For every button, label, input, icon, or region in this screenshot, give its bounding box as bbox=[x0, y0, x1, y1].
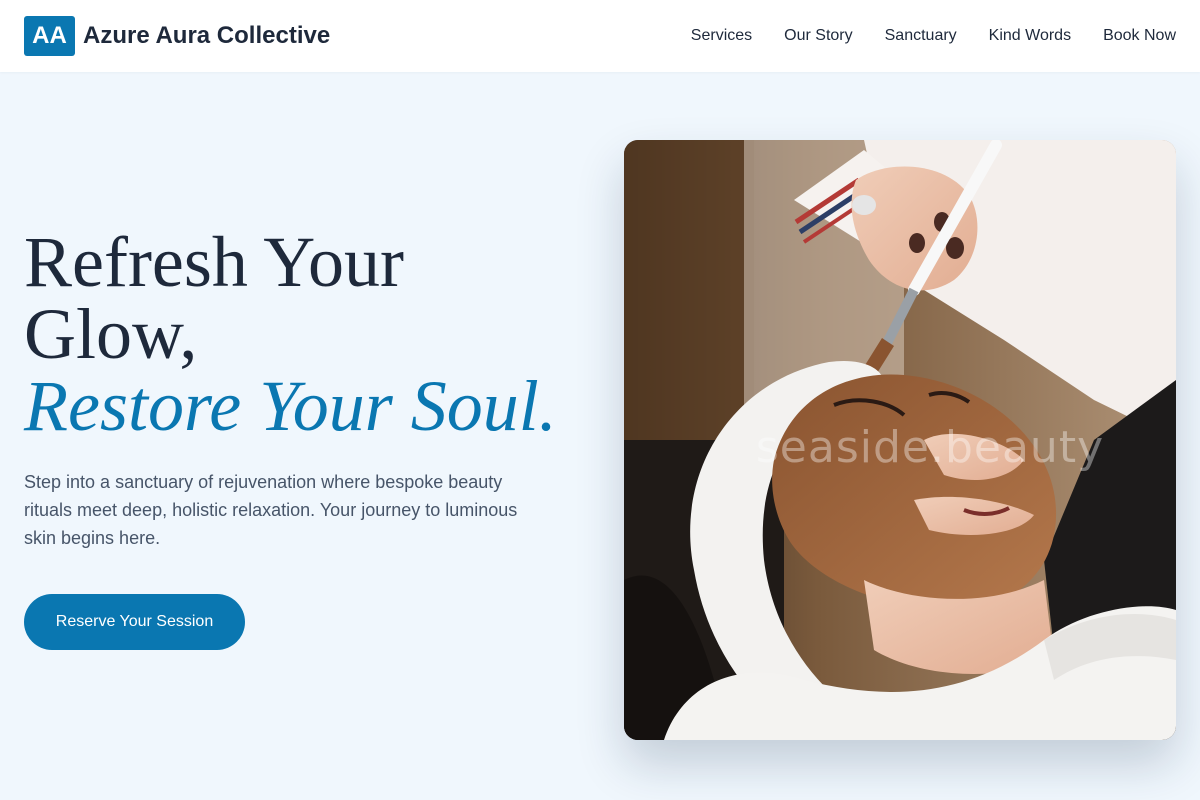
brand-logo-link[interactable]: AA Azure Aura Collective bbox=[24, 16, 330, 56]
nav-link-kind-words[interactable]: Kind Words bbox=[989, 27, 1071, 45]
hero-text: Refresh Your Glow, Restore Your Soul. St… bbox=[24, 226, 584, 552]
hero-title-line1: Refresh Your bbox=[24, 222, 405, 302]
main-nav: Services Our Story Sanctuary Kind Words … bbox=[691, 27, 1176, 45]
hero-title-line2: Glow, bbox=[24, 294, 198, 374]
reserve-session-button[interactable]: Reserve Your Session bbox=[24, 594, 245, 650]
nav-link-services[interactable]: Services bbox=[691, 27, 752, 45]
hero-image: seaside.beauty bbox=[624, 140, 1176, 740]
hero-title-accent: Restore Your Soul. bbox=[24, 366, 557, 446]
nav-link-sanctuary[interactable]: Sanctuary bbox=[885, 27, 957, 45]
nav-link-book-now[interactable]: Book Now bbox=[1103, 27, 1176, 45]
brand-name: Azure Aura Collective bbox=[83, 22, 331, 49]
hero-headline: Refresh Your Glow, Restore Your Soul. bbox=[24, 226, 584, 442]
image-watermark: seaside.beauty bbox=[755, 422, 1105, 473]
top-navigation-bar: AA Azure Aura Collective Services Our St… bbox=[0, 0, 1200, 72]
logo-badge: AA bbox=[24, 16, 75, 56]
nav-link-our-story[interactable]: Our Story bbox=[784, 27, 852, 45]
hero-description: Step into a sanctuary of rejuvenation wh… bbox=[24, 472, 518, 548]
